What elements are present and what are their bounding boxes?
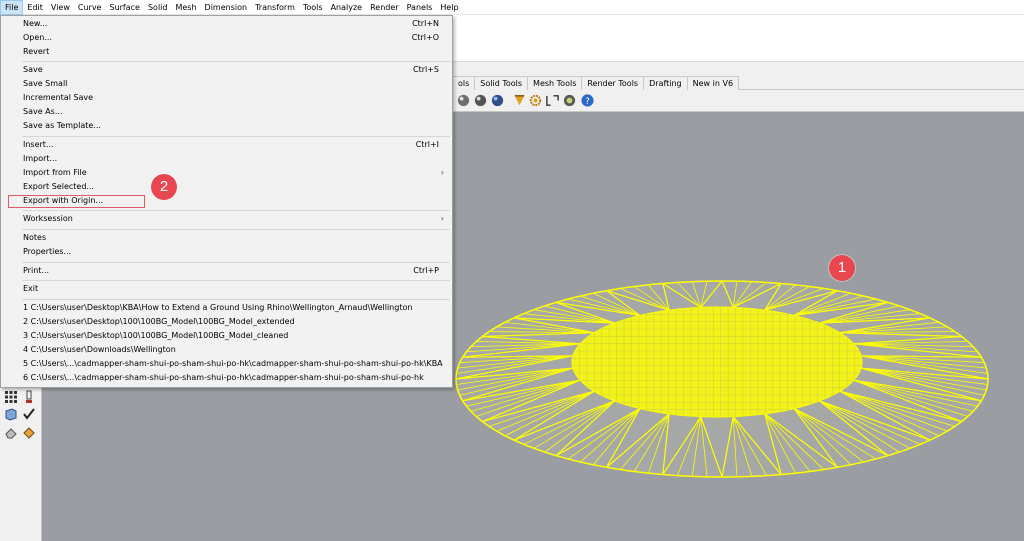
eraser-icon[interactable] (4, 425, 18, 439)
menu-separator (22, 210, 450, 211)
recent-file-item[interactable]: 5 C:\Users\...\cadmapper-sham-shui-po-sh… (2, 357, 452, 371)
menu-item-save[interactable]: Save Ctrl+S (2, 63, 452, 77)
menu-separator (22, 262, 450, 263)
menu-item-import[interactable]: Import... (2, 152, 452, 166)
export-selected-highlight (8, 195, 145, 208)
menu-curve[interactable]: Curve (74, 0, 106, 15)
submenu-arrow-icon: › (440, 168, 444, 177)
menu-item-open[interactable]: Open... Ctrl+O (2, 31, 452, 45)
annotation-badge-2: 2 (151, 174, 177, 200)
menu-separator (22, 61, 450, 62)
render-sphere-icon[interactable] (456, 93, 471, 108)
grid-points-icon[interactable] (4, 390, 18, 404)
menu-solid[interactable]: Solid (144, 0, 172, 15)
menu-separator (22, 299, 450, 300)
menu-item-exit[interactable]: Exit (2, 282, 452, 296)
shaded-sphere-icon[interactable] (473, 93, 488, 108)
menu-item-worksession[interactable]: Worksession › (2, 212, 452, 226)
tab-render-tools[interactable]: Render Tools (581, 76, 645, 90)
paint-bucket-icon[interactable] (22, 425, 36, 439)
menu-mesh[interactable]: Mesh (171, 0, 200, 15)
recent-file-item[interactable]: 4 C:\Users\user\Downloads\Wellington (2, 343, 452, 357)
tab-tools[interactable]: ols (452, 76, 476, 90)
recent-file-item[interactable]: 3 C:\Users\user\Desktop\100\100BG_Model\… (2, 329, 452, 343)
menu-item-export-selected[interactable]: Export Selected... (2, 180, 452, 194)
annotation-badge-1: 1 (829, 255, 855, 281)
menu-item-save-as[interactable]: Save As... (2, 105, 452, 119)
menu-item-revert[interactable]: Revert (2, 45, 452, 59)
menu-transform[interactable]: Transform (251, 0, 299, 15)
menu-item-save-small[interactable]: Save Small (2, 77, 452, 91)
menu-item-incremental-save[interactable]: Incremental Save (2, 91, 452, 105)
tab-new-in-v6[interactable]: New in V6 (686, 76, 740, 90)
menu-item-print[interactable]: Print... Ctrl+P (2, 264, 452, 278)
file-menu-dropdown: New... Ctrl+N Open... Ctrl+O Revert Save Ct… (0, 15, 453, 388)
menu-dimension[interactable]: Dimension (201, 0, 252, 15)
menu-separator (22, 229, 450, 230)
menu-item-notes[interactable]: Notes (2, 231, 452, 245)
menu-item-new[interactable]: New... Ctrl+N (2, 17, 452, 31)
tab-mesh-tools[interactable]: Mesh Tools (527, 76, 583, 90)
recent-file-item[interactable]: 6 C:\Users\...\cadmapper-sham-shui-po-sh… (2, 371, 452, 385)
menu-tools[interactable]: Tools (299, 0, 327, 15)
sun-icon[interactable] (562, 93, 577, 108)
menu-edit[interactable]: Edit (23, 0, 47, 15)
menu-analyze[interactable]: Analyze (327, 0, 367, 15)
lamp-icon[interactable] (22, 390, 36, 404)
spotlight-icon[interactable] (512, 93, 527, 108)
checkmark-icon[interactable] (22, 407, 36, 421)
tab-solid-tools[interactable]: Solid Tools (474, 76, 529, 90)
svg-text:?: ? (585, 96, 589, 106)
menu-view[interactable]: View (47, 0, 74, 15)
menu-item-properties[interactable]: Properties... (2, 245, 452, 259)
submenu-arrow-icon: › (440, 214, 444, 223)
tab-drafting[interactable]: Drafting (643, 76, 688, 90)
menu-bar: File Edit View Curve Surface Solid Mesh … (0, 0, 1024, 15)
menu-item-save-as-template[interactable]: Save as Template... (2, 119, 452, 133)
menu-item-insert[interactable]: Insert... Ctrl+I (2, 138, 452, 152)
environment-icon[interactable] (528, 93, 543, 108)
material-sphere-icon[interactable] (490, 93, 505, 108)
menu-surface[interactable]: Surface (105, 0, 143, 15)
menu-item-import-from-file[interactable]: Import from File › (2, 166, 452, 180)
menu-render[interactable]: Render (366, 0, 402, 15)
menu-file[interactable]: File (0, 0, 24, 15)
help-icon[interactable]: ? (580, 93, 595, 108)
recent-file-item[interactable]: 1 C:\Users\user\Desktop\KBA\How to Exten… (2, 301, 452, 315)
recent-file-item[interactable]: 2 C:\Users\user\Desktop\100\100BG_Model\… (2, 315, 452, 329)
menu-separator (22, 136, 450, 137)
shade-cube-icon[interactable] (4, 407, 18, 421)
menu-panels[interactable]: Panels (403, 0, 437, 15)
dimension-icon[interactable] (545, 93, 560, 108)
menu-separator (22, 280, 450, 281)
menu-help[interactable]: Help (436, 0, 462, 15)
